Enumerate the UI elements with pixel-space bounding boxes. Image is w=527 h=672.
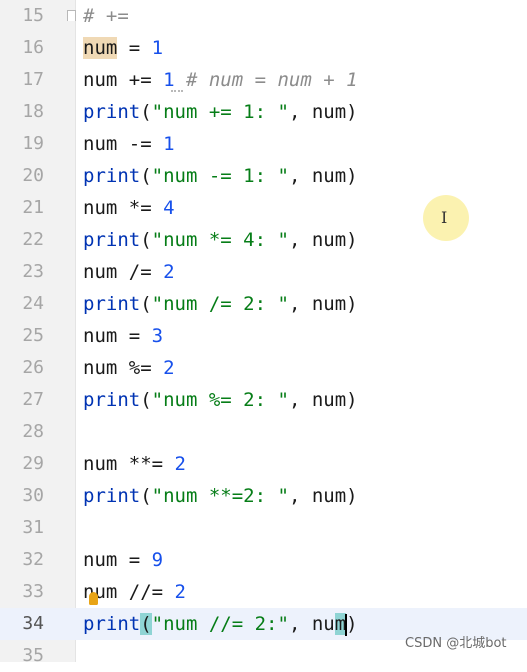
- weak-warning-underline: [171, 87, 183, 92]
- line-number: 33: [22, 581, 44, 602]
- code-text[interactable]: print("num %= 2: ", num): [83, 384, 358, 416]
- code-text[interactable]: print("num /= 2: ", num): [83, 288, 358, 320]
- line-number: 21: [22, 197, 44, 218]
- code-text[interactable]: print("num *= 4: ", num): [83, 224, 358, 256]
- line-number: 28: [22, 421, 44, 442]
- code-line[interactable]: 15 # +=: [0, 0, 527, 32]
- line-number: 26: [22, 357, 44, 378]
- code-line[interactable]: 28: [0, 416, 527, 448]
- code-text[interactable]: num = 3: [83, 320, 163, 352]
- line-number: 15: [22, 5, 44, 26]
- line-number: 27: [22, 389, 44, 410]
- code-line[interactable]: 16 num = 1: [0, 32, 527, 64]
- line-number: 23: [22, 261, 44, 282]
- code-text[interactable]: # +=: [83, 0, 129, 32]
- code-text[interactable]: num **= 2: [83, 448, 186, 480]
- line-number: 20: [22, 165, 44, 186]
- code-editor[interactable]: 15 # += 16 num = 1 17 num += 1 # num = num + …: [0, 0, 527, 666]
- code-line[interactable]: 23 num /= 2: [0, 256, 527, 288]
- line-number: 25: [22, 325, 44, 346]
- code-text[interactable]: print("num **=2: ", num): [83, 480, 358, 512]
- code-text[interactable]: num /= 2: [83, 256, 175, 288]
- code-line[interactable]: 26 num %= 2: [0, 352, 527, 384]
- line-number: 16: [22, 37, 44, 58]
- code-text[interactable]: num += 1 # num = num + 1: [83, 64, 358, 96]
- bulb-icon[interactable]: [89, 592, 98, 605]
- line-number: 30: [22, 485, 44, 506]
- code-line[interactable]: 29 num **= 2: [0, 448, 527, 480]
- code-line[interactable]: 25 num = 3: [0, 320, 527, 352]
- code-line[interactable]: 27 print("num %= 2: ", num): [0, 384, 527, 416]
- fold-icon[interactable]: [67, 10, 76, 21]
- code-text[interactable]: num -= 1: [83, 128, 175, 160]
- line-number: 35: [22, 645, 44, 666]
- line-number: 34: [22, 613, 44, 634]
- code-line[interactable]: 33 num //= 2: [0, 576, 527, 608]
- code-text[interactable]: num *= 4: [83, 192, 175, 224]
- code-line[interactable]: 19 num -= 1: [0, 128, 527, 160]
- code-text[interactable]: num //= 2: [83, 576, 186, 608]
- line-number: 19: [22, 133, 44, 154]
- line-number: 29: [22, 453, 44, 474]
- code-line[interactable]: 24 print("num /= 2: ", num): [0, 288, 527, 320]
- code-text[interactable]: num = 9: [83, 544, 163, 576]
- code-line[interactable]: 32 num = 9: [0, 544, 527, 576]
- code-text[interactable]: print("num //= 2:", num): [83, 608, 358, 640]
- line-number: 22: [22, 229, 44, 250]
- code-line[interactable]: 31: [0, 512, 527, 544]
- text-cursor-icon: I: [441, 208, 448, 227]
- code-line[interactable]: 18 print("num += 1: ", num): [0, 96, 527, 128]
- line-number: 17: [22, 69, 44, 90]
- code-text[interactable]: num = 1: [83, 32, 163, 64]
- line-number: 18: [22, 101, 44, 122]
- code-line[interactable]: 30 print("num **=2: ", num): [0, 480, 527, 512]
- code-text[interactable]: print("num -= 1: ", num): [83, 160, 358, 192]
- code-text[interactable]: print("num += 1: ", num): [83, 96, 358, 128]
- watermark: CSDN @北城bot: [405, 636, 507, 651]
- code-line[interactable]: 17 num += 1 # num = num + 1: [0, 64, 527, 96]
- line-number: 31: [22, 517, 44, 538]
- code-text[interactable]: num %= 2: [83, 352, 175, 384]
- line-number: 32: [22, 549, 44, 570]
- line-number: 24: [22, 293, 44, 314]
- code-line[interactable]: 20 print("num -= 1: ", num): [0, 160, 527, 192]
